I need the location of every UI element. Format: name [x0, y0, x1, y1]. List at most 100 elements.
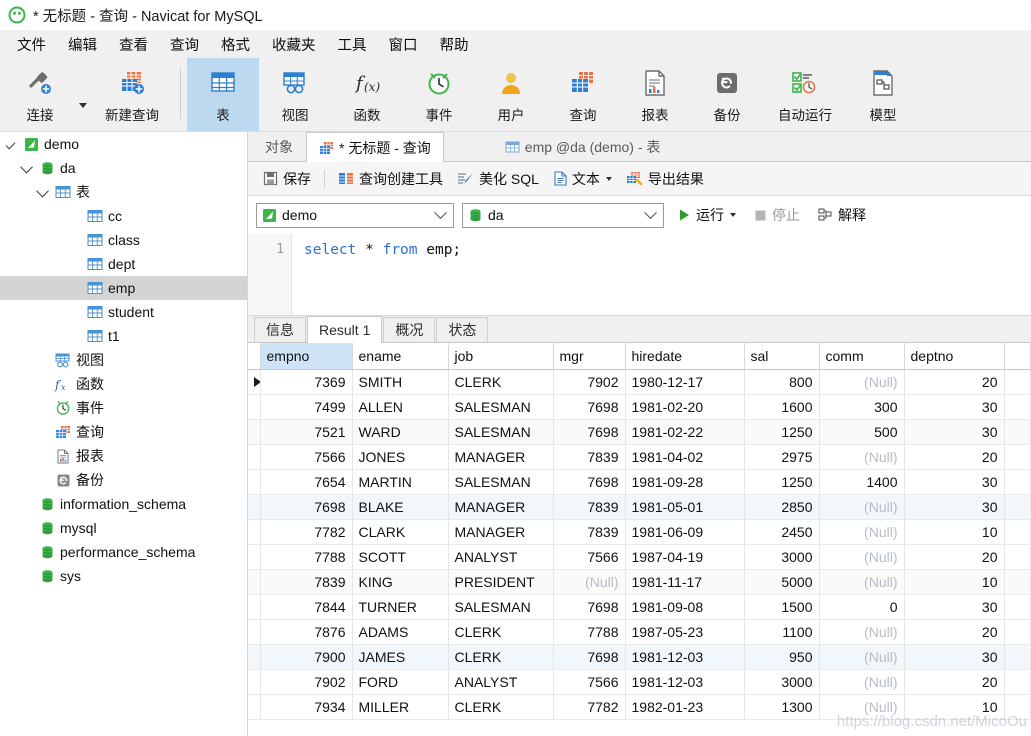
column-header-comm[interactable]: comm [819, 343, 905, 370]
cell-comm[interactable]: (Null) [819, 669, 905, 695]
cell-sal[interactable]: 1300 [744, 694, 820, 720]
table-row[interactable]: 7782 CLARK MANAGER 7839 1981-06-09 2450 (Null)… [248, 519, 1031, 545]
tree-node-performance_schema[interactable]: performance_schema [0, 540, 247, 564]
row-indicator[interactable] [248, 669, 261, 695]
cell-job[interactable]: SALESMAN [448, 419, 554, 445]
cell-ename[interactable]: ADAMS [352, 619, 449, 645]
cell-hiredate[interactable]: 1981-05-01 [625, 494, 745, 520]
cell-empno[interactable]: 7654 [260, 469, 353, 495]
cell-comm[interactable]: (Null) [819, 444, 905, 470]
row-indicator[interactable] [248, 694, 261, 720]
cell-job[interactable]: SALESMAN [448, 469, 554, 495]
toolbar-model[interactable]: 模型 [847, 58, 919, 131]
tree-node-emp[interactable]: emp [0, 276, 247, 300]
cell-hiredate[interactable]: 1981-09-28 [625, 469, 745, 495]
cell-empno[interactable]: 7900 [260, 644, 353, 670]
connection-dropdown-caret[interactable] [76, 58, 90, 131]
cell-empno[interactable]: 7839 [260, 569, 353, 595]
tree-node-demo[interactable]: demo [0, 132, 247, 156]
tree-node--[interactable]: 事件 [0, 396, 247, 420]
menu-format[interactable]: 格式 [210, 31, 261, 58]
cell-job[interactable]: CLERK [448, 619, 554, 645]
row-indicator[interactable] [248, 519, 261, 545]
menu-edit[interactable]: 编辑 [57, 31, 108, 58]
cell-hiredate[interactable]: 1981-11-17 [625, 569, 745, 595]
tab-untitled-query[interactable]: * 无标题 - 查询 [306, 132, 444, 162]
toolbar-report[interactable]: 报表 [619, 58, 691, 131]
tree-node-da[interactable]: da [0, 156, 247, 180]
sql-editor[interactable]: 1 select * from emp; [248, 234, 1031, 316]
row-indicator[interactable] [248, 569, 261, 595]
menu-view[interactable]: 查看 [108, 31, 159, 58]
cell-empno[interactable]: 7566 [260, 444, 353, 470]
cell-ename[interactable]: MARTIN [352, 469, 449, 495]
cell-job[interactable]: PRESIDENT [448, 569, 554, 595]
cell-job[interactable]: SALESMAN [448, 594, 554, 620]
cell-sal[interactable]: 1500 [744, 594, 820, 620]
cell-job[interactable]: MANAGER [448, 519, 554, 545]
cell-empno[interactable]: 7782 [260, 519, 353, 545]
cell-mgr[interactable]: 7698 [553, 594, 626, 620]
cell-deptno[interactable]: 20 [904, 444, 1005, 470]
cell-deptno[interactable]: 30 [904, 419, 1005, 445]
tree-node--[interactable]: 查询 [0, 420, 247, 444]
result-tab-result1[interactable]: Result 1 [307, 316, 383, 343]
table-row[interactable]: 7369 SMITH CLERK 7902 1980-12-17 800 (Null) 20 [248, 369, 1031, 395]
cell-deptno[interactable]: 20 [904, 544, 1005, 570]
column-header-sal[interactable]: sal [744, 343, 820, 370]
text-button[interactable]: 文本 [546, 166, 619, 192]
cell-empno[interactable]: 7521 [260, 419, 353, 445]
table-row[interactable]: 7876 ADAMS CLERK 7788 1987-05-23 1100 (Null) 20 [248, 619, 1031, 645]
cell-mgr[interactable]: 7788 [553, 619, 626, 645]
tree-node-t1[interactable]: t1 [0, 324, 247, 348]
cell-ename[interactable]: SMITH [352, 369, 449, 395]
cell-job[interactable]: MANAGER [448, 494, 554, 520]
cell-ename[interactable]: JONES [352, 444, 449, 470]
cell-ename[interactable]: CLARK [352, 519, 449, 545]
cell-job[interactable]: MANAGER [448, 444, 554, 470]
table-row[interactable]: 7654 MARTIN SALESMAN 7698 1981-09-28 1250 1400… [248, 469, 1031, 495]
cell-empno[interactable]: 7369 [260, 369, 353, 395]
tree-node--[interactable]: 报表 [0, 444, 247, 468]
cell-hiredate[interactable]: 1981-12-03 [625, 669, 745, 695]
cell-deptno[interactable]: 10 [904, 694, 1005, 720]
menu-query[interactable]: 查询 [159, 31, 210, 58]
tree-node--[interactable]: 表 [0, 180, 247, 204]
menu-help[interactable]: 帮助 [429, 31, 480, 58]
cell-job[interactable]: SALESMAN [448, 394, 554, 420]
cell-hiredate[interactable]: 1987-05-23 [625, 619, 745, 645]
cell-sal[interactable]: 3000 [744, 669, 820, 695]
object-tree-sidebar[interactable]: demo da 表 cc class dept emp student t1 视图 f x 函数 事件 查询… [0, 132, 248, 736]
row-indicator[interactable] [248, 419, 261, 445]
tree-node-mysql[interactable]: mysql [0, 516, 247, 540]
cell-ename[interactable]: SCOTT [352, 544, 449, 570]
row-indicator[interactable] [248, 394, 261, 420]
cell-ename[interactable]: ALLEN [352, 394, 449, 420]
cell-sal[interactable]: 1250 [744, 469, 820, 495]
cell-mgr[interactable]: 7566 [553, 544, 626, 570]
row-indicator[interactable] [248, 594, 261, 620]
save-button[interactable]: 保存 [256, 166, 318, 192]
cell-deptno[interactable]: 30 [904, 644, 1005, 670]
cell-hiredate[interactable]: 1980-12-17 [625, 369, 745, 395]
table-row[interactable]: 7788 SCOTT ANALYST 7566 1987-04-19 3000 (Null)… [248, 544, 1031, 570]
cell-comm[interactable]: (Null) [819, 519, 905, 545]
cell-mgr[interactable]: 7839 [553, 444, 626, 470]
cell-deptno[interactable]: 30 [904, 394, 1005, 420]
cell-job[interactable]: ANALYST [448, 669, 554, 695]
tree-node-information_schema[interactable]: information_schema [0, 492, 247, 516]
cell-empno[interactable]: 7698 [260, 494, 353, 520]
cell-mgr[interactable]: 7698 [553, 469, 626, 495]
cell-hiredate[interactable]: 1981-06-09 [625, 519, 745, 545]
chevron-down-icon[interactable] [434, 205, 447, 219]
cell-hiredate[interactable]: 1987-04-19 [625, 544, 745, 570]
chevron-down-icon[interactable] [16, 160, 36, 173]
table-row[interactable]: 7844 TURNER SALESMAN 7698 1981-09-08 1500 0 30 [248, 594, 1031, 620]
column-header-deptno[interactable]: deptno [904, 343, 1005, 370]
cell-hiredate[interactable]: 1981-02-22 [625, 419, 745, 445]
cell-comm[interactable]: (Null) [819, 694, 905, 720]
cell-mgr[interactable]: (Null) [553, 569, 626, 595]
cell-deptno[interactable]: 10 [904, 569, 1005, 595]
stop-button[interactable]: 停止 [750, 202, 804, 228]
cell-sal[interactable]: 950 [744, 644, 820, 670]
